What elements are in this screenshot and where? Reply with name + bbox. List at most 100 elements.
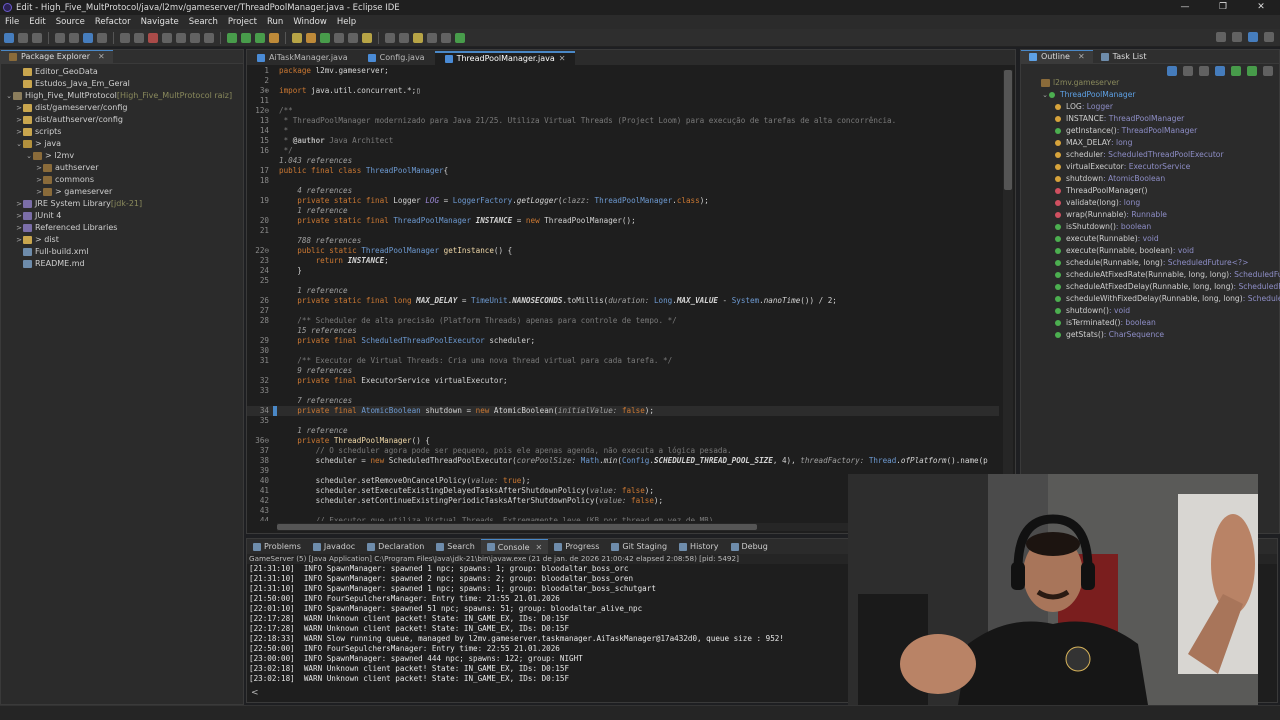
search-icon[interactable] [1216, 32, 1226, 42]
tree-item[interactable]: Full-build.xml [1, 246, 243, 258]
close-tab-icon[interactable]: ✕ [559, 52, 566, 66]
open-type-icon[interactable] [334, 32, 344, 43]
code-line[interactable]: 19 private static final Logger LOG = Log… [247, 196, 999, 206]
code-area[interactable]: 1 package l2mv.gameserver; 2 3⊕ import java.… [247, 66, 999, 521]
coverage-icon[interactable] [255, 32, 265, 43]
bottom-tab-history[interactable]: History [673, 542, 724, 551]
code-line[interactable]: 13 * ThreadPoolManager modernizado para … [247, 116, 999, 126]
tab-task-list[interactable]: Task List [1093, 50, 1155, 64]
code-line[interactable]: 1 package l2mv.gameserver; [247, 66, 999, 76]
tree-item[interactable]: > Referenced Libraries [1, 222, 243, 234]
code-line[interactable]: 33 [247, 386, 999, 396]
hide-non-public-icon[interactable] [1247, 66, 1257, 76]
code-line[interactable]: 1 reference [247, 206, 999, 216]
back-icon[interactable] [427, 32, 437, 43]
terminal-icon[interactable] [83, 32, 93, 43]
tab-outline[interactable]: Outline ✕ [1021, 49, 1093, 64]
step-return-icon[interactable] [204, 32, 214, 43]
outline-member[interactable]: isTerminated() : boolean [1055, 317, 1279, 329]
expand-toggle-icon[interactable]: > [15, 210, 23, 222]
last-edit-icon[interactable] [413, 32, 423, 43]
code-line[interactable]: 1 reference [247, 426, 999, 436]
close-tab-icon[interactable]: ✕ [98, 50, 105, 64]
outline-member[interactable]: scheduler : ScheduledThreadPoolExecutor [1055, 149, 1279, 161]
code-line[interactable]: 18 [247, 176, 999, 186]
resume-icon[interactable] [120, 32, 130, 43]
menu-file[interactable]: File [0, 17, 24, 27]
menu-edit[interactable]: Edit [24, 17, 50, 27]
outline-member[interactable]: virtualExecutor : ExecutorService [1055, 161, 1279, 173]
code-line[interactable]: 1.043 references [247, 156, 999, 166]
tree-item[interactable]: > authserver [1, 162, 243, 174]
menu-navigate[interactable]: Navigate [136, 17, 184, 27]
expand-toggle-icon[interactable]: > [35, 162, 43, 174]
next-annotation-icon[interactable] [385, 32, 395, 43]
tree-item[interactable]: Estudos_Java_Em_Geral [1, 78, 243, 90]
expand-toggle-icon[interactable]: > [15, 102, 23, 114]
outline-member[interactable]: schedule(Runnable, long) : ScheduledFutu… [1055, 257, 1279, 269]
outline-member[interactable]: isShutdown() : boolean [1055, 221, 1279, 233]
bottom-tab-javadoc[interactable]: Javadoc [307, 542, 361, 551]
outline-member[interactable]: INSTANCE : ThreadPoolManager [1055, 113, 1279, 125]
minimize-button[interactable]: — [1166, 0, 1204, 15]
new-icon[interactable] [4, 32, 14, 43]
run-icon[interactable] [241, 32, 251, 43]
menu-search[interactable]: Search [184, 17, 223, 27]
tree-item[interactable]: > JUnit 4 [1, 210, 243, 222]
new-package-icon[interactable] [306, 32, 316, 43]
tab-package-explorer[interactable]: Package Explorer ✕ [1, 49, 113, 64]
tree-item[interactable]: > > dist [1, 234, 243, 246]
expand-toggle-icon[interactable]: > [15, 234, 23, 246]
code-line[interactable]: 23 return INSTANCE; [247, 256, 999, 266]
outline-member[interactable]: ThreadPoolManager() [1055, 185, 1279, 197]
mark-occurrences-icon[interactable] [362, 32, 372, 43]
menu-refactor[interactable]: Refactor [90, 17, 136, 27]
new-class-icon[interactable] [320, 32, 330, 43]
code-line[interactable]: 29 private final ScheduledThreadPoolExec… [247, 336, 999, 346]
close-tab-icon[interactable]: ✕ [1078, 50, 1085, 64]
forward-icon[interactable] [441, 32, 451, 43]
code-line[interactable]: 3⊕ import java.util.concurrent.*;▯ [247, 86, 999, 96]
expand-toggle-icon[interactable]: > [15, 222, 23, 234]
editor-tab[interactable]: AiTaskManager.java [247, 51, 358, 65]
bottom-tab-search[interactable]: Search [430, 542, 480, 551]
search-toolbar-icon[interactable] [348, 32, 358, 43]
save-icon[interactable] [18, 32, 28, 43]
expand-all-icon[interactable] [1183, 66, 1193, 76]
code-line[interactable]: 26 private static final long MAX_DELAY =… [247, 296, 999, 306]
bottom-tab-declaration[interactable]: Declaration [361, 542, 430, 551]
bottom-tab-problems[interactable]: Problems [247, 542, 307, 551]
outline-member[interactable]: wrap(Runnable) : Runnable [1055, 209, 1279, 221]
java-perspective-icon[interactable] [1248, 32, 1258, 42]
redo-icon[interactable] [69, 32, 79, 43]
expand-toggle-icon[interactable]: > [35, 186, 43, 198]
code-line[interactable]: 2 [247, 76, 999, 86]
console-scroll-left[interactable]: < [251, 688, 259, 698]
code-line[interactable]: 21 [247, 226, 999, 236]
bottom-tab-progress[interactable]: Progress [548, 542, 605, 551]
sort-icon[interactable] [1199, 66, 1209, 76]
code-line[interactable]: 32 private final ExecutorService virtual… [247, 376, 999, 386]
expand-icon[interactable]: ⌄ [1041, 89, 1049, 101]
bottom-tab-console[interactable]: Console ✕ [480, 539, 549, 554]
code-line[interactable]: 31 /** Executor de Virtual Threads: Cria… [247, 356, 999, 366]
restore-button[interactable]: ❐ [1204, 0, 1242, 15]
outline-member[interactable]: LOG : Logger [1055, 101, 1279, 113]
code-line[interactable]: 15 * @author Java Architect [247, 136, 999, 146]
save-all-icon[interactable] [32, 32, 42, 43]
tree-item[interactable]: > commons [1, 174, 243, 186]
view-menu-icon[interactable] [1263, 66, 1273, 76]
close-button[interactable]: ✕ [1242, 0, 1280, 15]
outline-member[interactable]: scheduleAtFixedDelay(Runnable, long, lon… [1055, 281, 1280, 293]
prev-annotation-icon[interactable] [399, 32, 409, 43]
code-line[interactable]: 9 references [247, 366, 999, 376]
debug-perspective-icon[interactable] [1264, 32, 1274, 42]
code-line[interactable]: 34 private final AtomicBoolean shutdown … [247, 406, 999, 416]
expand-toggle-icon[interactable]: > [15, 198, 23, 210]
outline-member[interactable]: shutdown : AtomicBoolean [1055, 173, 1279, 185]
step-into-icon[interactable] [176, 32, 186, 43]
tree-item[interactable]: > scripts [1, 126, 243, 138]
code-line[interactable]: 15 references [247, 326, 999, 336]
expand-toggle-icon[interactable]: ⌄ [15, 138, 23, 150]
code-line[interactable]: 30 [247, 346, 999, 356]
